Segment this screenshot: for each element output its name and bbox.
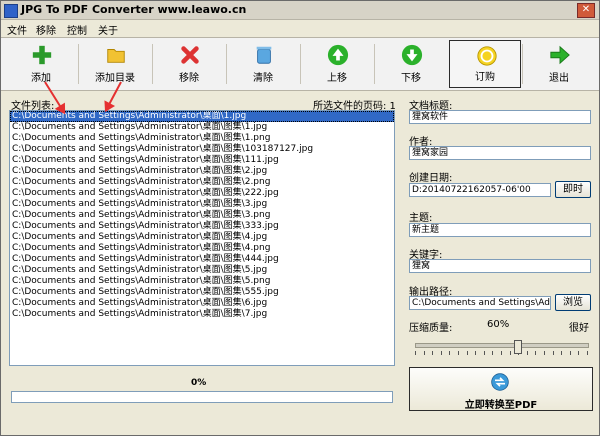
progress-bar <box>11 391 393 403</box>
convert-label: 立即转换至PDF <box>464 400 538 411</box>
slider-tick <box>424 351 425 355</box>
list-item[interactable]: C:\Documents and Settings\Administrator\… <box>10 155 394 166</box>
exit-icon <box>550 45 570 65</box>
slider-tick <box>501 351 502 355</box>
menu-control[interactable]: 控制 <box>67 22 87 37</box>
remove-label: 移除 <box>179 73 199 84</box>
trash-icon <box>256 46 272 64</box>
remove-button[interactable]: 移除 <box>153 40 225 88</box>
list-item[interactable]: C:\Documents and Settings\Administrator\… <box>10 221 394 232</box>
list-item[interactable]: C:\Documents and Settings\Administrator\… <box>10 309 394 320</box>
list-item[interactable]: C:\Documents and Settings\Administrator\… <box>10 199 394 210</box>
window-title: JPG To PDF Converter www.leawo.cn <box>21 3 247 16</box>
move-up-button[interactable]: 上移 <box>301 40 373 88</box>
slider-tick <box>441 351 442 355</box>
slider-tick <box>535 351 536 355</box>
close-button[interactable]: ✕ <box>577 3 595 18</box>
slider-tick <box>432 351 433 355</box>
quality-max-label: 很好 <box>569 323 589 334</box>
add-folder-label: 添加目录 <box>95 73 135 84</box>
move-up-label: 上移 <box>327 73 347 84</box>
author-field[interactable]: 狸窝家园 <box>409 146 591 160</box>
slider-tick <box>544 351 545 355</box>
list-item[interactable]: C:\Documents and Settings\Administrator\… <box>10 232 394 243</box>
order-button[interactable]: 订购 <box>449 40 521 88</box>
now-button[interactable]: 即时 <box>555 181 591 198</box>
doc-title-field[interactable]: 狸窝软件 <box>409 110 591 124</box>
app-icon <box>4 4 18 18</box>
convert-icon <box>491 373 509 391</box>
created-date-field[interactable]: D:20140722162057-06'00 <box>409 183 551 197</box>
subject-label: 主题: <box>409 213 433 224</box>
list-item[interactable]: C:\Documents and Settings\Administrator\… <box>10 298 394 309</box>
app-window: JPG To PDF Converter www.leawo.cn ✕ 文件 移… <box>0 0 600 436</box>
keywords-field[interactable]: 狸窝 <box>409 259 591 273</box>
list-item[interactable]: C:\Documents and Settings\Administrator\… <box>10 166 394 177</box>
move-down-button[interactable]: 下移 <box>375 40 447 88</box>
browse-button[interactable]: 浏览 <box>555 294 591 311</box>
progress-percent: 0% <box>191 378 207 388</box>
list-item[interactable]: C:\Documents and Settings\Administrator\… <box>10 265 394 276</box>
exit-button[interactable]: 退出 <box>523 40 595 88</box>
folder-icon <box>107 49 125 63</box>
list-item[interactable]: C:\Documents and Settings\Administrator\… <box>10 144 394 155</box>
list-item[interactable]: C:\Documents and Settings\Administrator\… <box>10 133 394 144</box>
quality-label: 压缩质量: <box>409 323 453 334</box>
list-item[interactable]: C:\Documents and Settings\Administrator\… <box>10 122 394 133</box>
menu-bar: 文件 移除 控制 关于 <box>1 20 599 37</box>
clear-label: 清除 <box>253 73 273 84</box>
convert-to-pdf-button[interactable]: 立即转换至PDF <box>409 367 593 411</box>
up-arrow-icon <box>327 44 349 66</box>
slider-tick <box>570 351 571 355</box>
menu-file[interactable]: 文件 <box>7 22 27 37</box>
menu-about[interactable]: 关于 <box>98 22 118 37</box>
slider-tick <box>467 351 468 355</box>
list-item[interactable]: C:\Documents and Settings\Administrator\… <box>10 276 394 287</box>
toolbar: 添加 添加目录 移除 清除 上移 下移 订购 退出 <box>1 37 599 91</box>
slider-tick <box>510 351 511 355</box>
output-path-field[interactable]: C:\Documents and Settings\Ad <box>409 296 551 310</box>
add-button[interactable]: 添加 <box>5 40 77 88</box>
quality-slider-thumb[interactable] <box>514 340 522 354</box>
menu-remove[interactable]: 移除 <box>36 22 56 37</box>
quality-value: 60% <box>487 319 510 330</box>
clear-button[interactable]: 清除 <box>227 40 299 88</box>
slider-tick <box>561 351 562 355</box>
slider-tick <box>492 351 493 355</box>
list-item[interactable]: C:\Documents and Settings\Administrator\… <box>10 243 394 254</box>
slider-tick <box>415 351 416 355</box>
quality-slider-ticks <box>415 351 589 355</box>
list-item[interactable]: C:\Documents and Settings\Administrator\… <box>10 177 394 188</box>
down-arrow-icon <box>401 44 423 66</box>
order-label: 订购 <box>475 72 495 83</box>
coin-icon <box>477 46 497 66</box>
slider-tick <box>553 351 554 355</box>
plus-icon <box>32 45 52 65</box>
slider-tick <box>458 351 459 355</box>
slider-tick <box>527 351 528 355</box>
list-item[interactable]: C:\Documents and Settings\Administrator\… <box>10 254 394 265</box>
list-item[interactable]: C:\Documents and Settings\Administrator\… <box>10 210 394 221</box>
slider-tick <box>449 351 450 355</box>
file-list[interactable]: C:\Documents and Settings\Administrator\… <box>9 110 395 366</box>
created-date-label: 创建日期: <box>409 173 453 184</box>
list-item[interactable]: C:\Documents and Settings\Administrator\… <box>10 188 394 199</box>
exit-label: 退出 <box>549 73 569 84</box>
document-properties-panel: 文档标题: 狸窝软件 作者: 狸窝家园 创建日期: D:201407221620… <box>405 95 595 415</box>
move-down-label: 下移 <box>401 73 421 84</box>
add-folder-button[interactable]: 添加目录 <box>79 40 151 88</box>
list-item[interactable]: C:\Documents and Settings\Administrator\… <box>10 287 394 298</box>
add-label: 添加 <box>31 73 51 84</box>
slider-tick <box>475 351 476 355</box>
slider-tick <box>587 351 588 355</box>
remove-icon <box>181 46 199 64</box>
subject-field[interactable]: 新主题 <box>409 223 591 237</box>
title-bar[interactable]: JPG To PDF Converter www.leawo.cn ✕ <box>1 1 599 20</box>
slider-tick <box>578 351 579 355</box>
quality-slider-track[interactable] <box>415 343 589 348</box>
slider-tick <box>484 351 485 355</box>
